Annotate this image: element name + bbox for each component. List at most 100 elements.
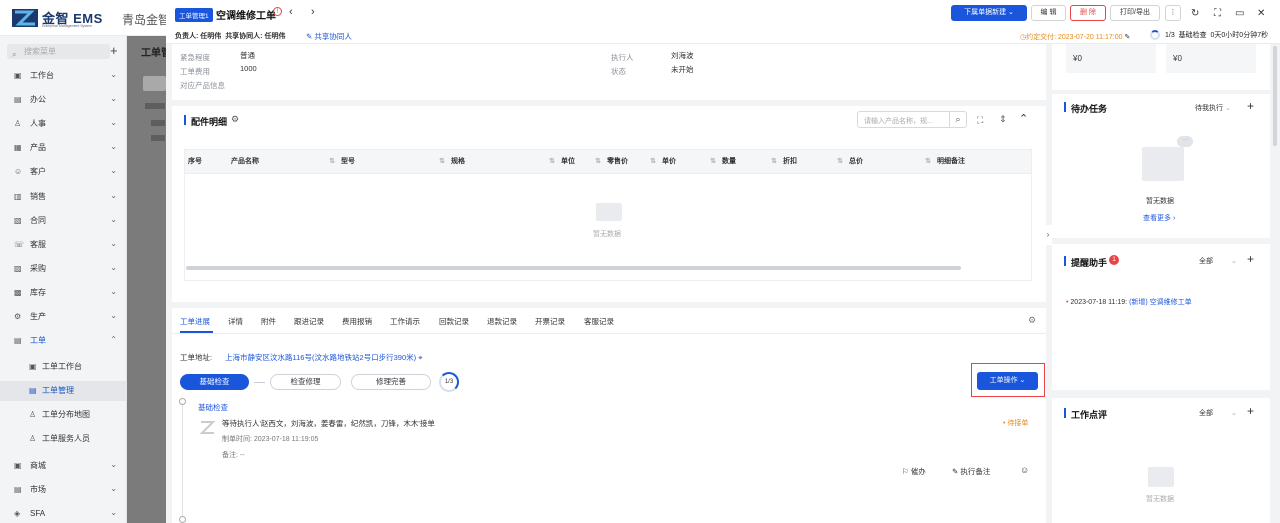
sidebar-item[interactable]: ▣ 商城 ⌄ bbox=[0, 456, 127, 476]
sidebar-subitem[interactable]: ▣ 工单工作台 bbox=[0, 357, 127, 377]
tab[interactable]: 详情 bbox=[228, 316, 243, 327]
remind-filter-label: 全部 bbox=[1199, 258, 1213, 265]
sidebar-subitem[interactable]: ▤ 工单管理 bbox=[0, 381, 127, 401]
prev-icon[interactable]: ‹ bbox=[289, 6, 293, 18]
tab[interactable]: 费用报销 bbox=[342, 316, 372, 327]
tab[interactable]: 回款记录 bbox=[439, 316, 469, 327]
sidebar-subitem-label: 工单工作台 bbox=[42, 362, 82, 371]
next-icon[interactable]: › bbox=[311, 6, 315, 18]
more-button[interactable]: ⋮ bbox=[1165, 5, 1181, 21]
expand-icon[interactable]: ⛶ bbox=[977, 115, 983, 126]
sidebar-item-label: 商城 bbox=[30, 461, 46, 470]
table-header-cell: 明细备注 bbox=[937, 150, 1032, 174]
table-header-cell[interactable]: 数量 ⇅ bbox=[722, 150, 783, 174]
sidebar-item-label: 销售 bbox=[30, 192, 46, 201]
sidebar-item[interactable]: ▤ 工单 ⌃ bbox=[0, 331, 127, 351]
work-order-operation-button[interactable]: 工单操作 ⌄ bbox=[977, 372, 1038, 390]
tab[interactable]: 退款记录 bbox=[487, 316, 517, 327]
table-header-cell[interactable]: 零售价 ⇅ bbox=[607, 150, 662, 174]
tab[interactable]: 客服记录 bbox=[584, 316, 614, 327]
stage-step[interactable]: 基础检查 bbox=[180, 374, 249, 390]
tab[interactable]: 附件 bbox=[261, 316, 276, 327]
tab[interactable]: 开票记录 bbox=[535, 316, 565, 327]
sidebar-item[interactable]: ▩ 库存 ⌄ bbox=[0, 283, 127, 303]
new-subordinate-button[interactable]: 下属单据新建 ⌄ bbox=[951, 5, 1027, 21]
stage-step[interactable]: 修理完善 bbox=[351, 374, 431, 390]
sidebar-item[interactable]: ☏ 客服 ⌄ bbox=[0, 235, 127, 255]
search-icon[interactable]: ⌕ bbox=[949, 112, 966, 127]
table-header-cell[interactable]: 折扣 ⇅ bbox=[783, 150, 849, 174]
sidebar-item[interactable]: ◈ SFA ⌄ bbox=[0, 504, 127, 523]
delete-button[interactable]: 删 除 bbox=[1070, 5, 1106, 21]
refresh-icon[interactable]: ↻ bbox=[1191, 8, 1199, 19]
comment-icon[interactable]: ☺ bbox=[1020, 465, 1029, 475]
collapse-icon[interactable]: ⌃ bbox=[1019, 112, 1028, 125]
todo-more-label: 查看更多 bbox=[1143, 215, 1171, 222]
background-page bbox=[127, 36, 166, 523]
chat-bubble-icon: ··· bbox=[1177, 136, 1193, 147]
remind-entry[interactable]: • 2023-07-18 11:19: (新增) 空调维修工单 bbox=[1066, 297, 1192, 307]
sidebar-item[interactable]: ▦ 产品 ⌄ bbox=[0, 138, 127, 158]
sidebar-subitem[interactable]: ♙ 工单分布地图 bbox=[0, 405, 127, 425]
urge-action[interactable]: ⚐ 催办 bbox=[902, 466, 926, 477]
menu-icon: ▩ bbox=[14, 288, 22, 297]
tab[interactable]: 跟进记录 bbox=[294, 316, 324, 327]
fullscreen-icon[interactable]: ⛶ bbox=[1214, 8, 1221, 19]
sidebar-item[interactable]: ▣ 工作台 ⌄ bbox=[0, 66, 127, 86]
sort-icon[interactable]: ⇕ bbox=[999, 114, 1007, 125]
sidebar-item[interactable]: ▨ 采购 ⌄ bbox=[0, 259, 127, 279]
window-icon[interactable]: ▭ bbox=[1235, 8, 1244, 19]
sidebar-item[interactable]: ⚙ 生产 ⌄ bbox=[0, 307, 127, 327]
section-bar bbox=[1064, 102, 1066, 112]
print-export-button[interactable]: 打印/导出 bbox=[1110, 5, 1160, 21]
sort-icon: ⇅ bbox=[710, 158, 716, 165]
edit-label: 编 辑 bbox=[1040, 9, 1057, 16]
share-collab-link[interactable]: ✎ 共享协同人 bbox=[306, 31, 352, 42]
table-header-cell[interactable]: 单价 ⇅ bbox=[662, 150, 722, 174]
edit-button[interactable]: 编 辑 bbox=[1031, 5, 1066, 21]
sidebar-subitem[interactable]: ♙ 工单服务人员 bbox=[0, 429, 127, 449]
collab-name: 任明伟 bbox=[264, 33, 286, 40]
remind-entry-link: 空调维修工单 bbox=[1149, 299, 1192, 306]
sidebar-item[interactable]: ▥ 销售 ⌄ bbox=[0, 187, 127, 207]
tab[interactable]: 工单进展 bbox=[180, 316, 210, 327]
address-link[interactable]: 上海市静安区汶水路116号(汶水路地铁站2号口步行390米) ⌖ bbox=[225, 352, 422, 363]
sort-icon: ⇅ bbox=[549, 158, 555, 165]
add-icon[interactable]: + bbox=[110, 43, 118, 58]
sidebar-item[interactable]: ☺ 客户 ⌄ bbox=[0, 162, 127, 182]
todo-filter[interactable]: 待我执行 ⌄ bbox=[1195, 103, 1231, 113]
review-filter[interactable]: 全部 ⌄ bbox=[1199, 408, 1237, 418]
menu-icon: ▤ bbox=[14, 336, 22, 345]
todo-more-link[interactable]: 查看更多 › bbox=[1143, 213, 1175, 223]
sidebar-item-label: 客服 bbox=[30, 240, 46, 249]
todo-title: 待办任务 bbox=[1071, 104, 1108, 114]
sidebar-item[interactable]: ▤ 办公 ⌄ bbox=[0, 90, 127, 110]
settings-icon[interactable]: ⚙ bbox=[231, 114, 239, 125]
tab[interactable]: 工作请示 bbox=[390, 316, 420, 327]
add-todo-icon[interactable]: + bbox=[1247, 99, 1254, 113]
add-remind-icon[interactable]: + bbox=[1247, 252, 1254, 266]
remind-filter[interactable]: 全部 ⌄ bbox=[1199, 256, 1237, 266]
collapse-right-icon[interactable]: › bbox=[1044, 225, 1052, 245]
sidebar-item[interactable]: ▧ 合同 ⌄ bbox=[0, 211, 127, 231]
table-header-cell[interactable]: 总价 ⇅ bbox=[849, 150, 937, 174]
scrollbar[interactable] bbox=[1273, 46, 1277, 146]
entry-note: 备注: -- bbox=[222, 452, 245, 459]
sidebar-item[interactable]: ▤ 市场 ⌄ bbox=[0, 480, 127, 500]
table-scrollbar[interactable] bbox=[186, 266, 961, 270]
table-header-cell[interactable]: 单位 ⇅ bbox=[561, 150, 607, 174]
active-tab-indicator bbox=[180, 331, 213, 333]
stage-step[interactable]: 检查修理 bbox=[270, 374, 341, 390]
table-header-cell[interactable]: 型号 ⇅ bbox=[341, 150, 451, 174]
add-review-icon[interactable]: + bbox=[1247, 404, 1254, 418]
sidebar-item[interactable]: ♙ 人事 ⌄ bbox=[0, 114, 127, 134]
table-header-cell[interactable]: 规格 ⇅ bbox=[451, 150, 561, 174]
column-label: 数量 bbox=[722, 158, 736, 165]
tab-settings-icon[interactable]: ⚙ bbox=[1028, 315, 1036, 326]
execute-note-action[interactable]: ✎ 执行备注 bbox=[952, 466, 990, 477]
table-header-cell[interactable]: 产品名称 ⇅ bbox=[231, 150, 341, 174]
parts-search-input[interactable]: 请输入产品名称，规... ⌕ bbox=[857, 111, 967, 128]
menu-search-input[interactable]: ⌕ 搜索菜单 bbox=[7, 44, 110, 59]
close-icon[interactable]: ✕ bbox=[1257, 8, 1265, 19]
edit-deadline-icon[interactable]: ✎ bbox=[1124, 34, 1130, 41]
